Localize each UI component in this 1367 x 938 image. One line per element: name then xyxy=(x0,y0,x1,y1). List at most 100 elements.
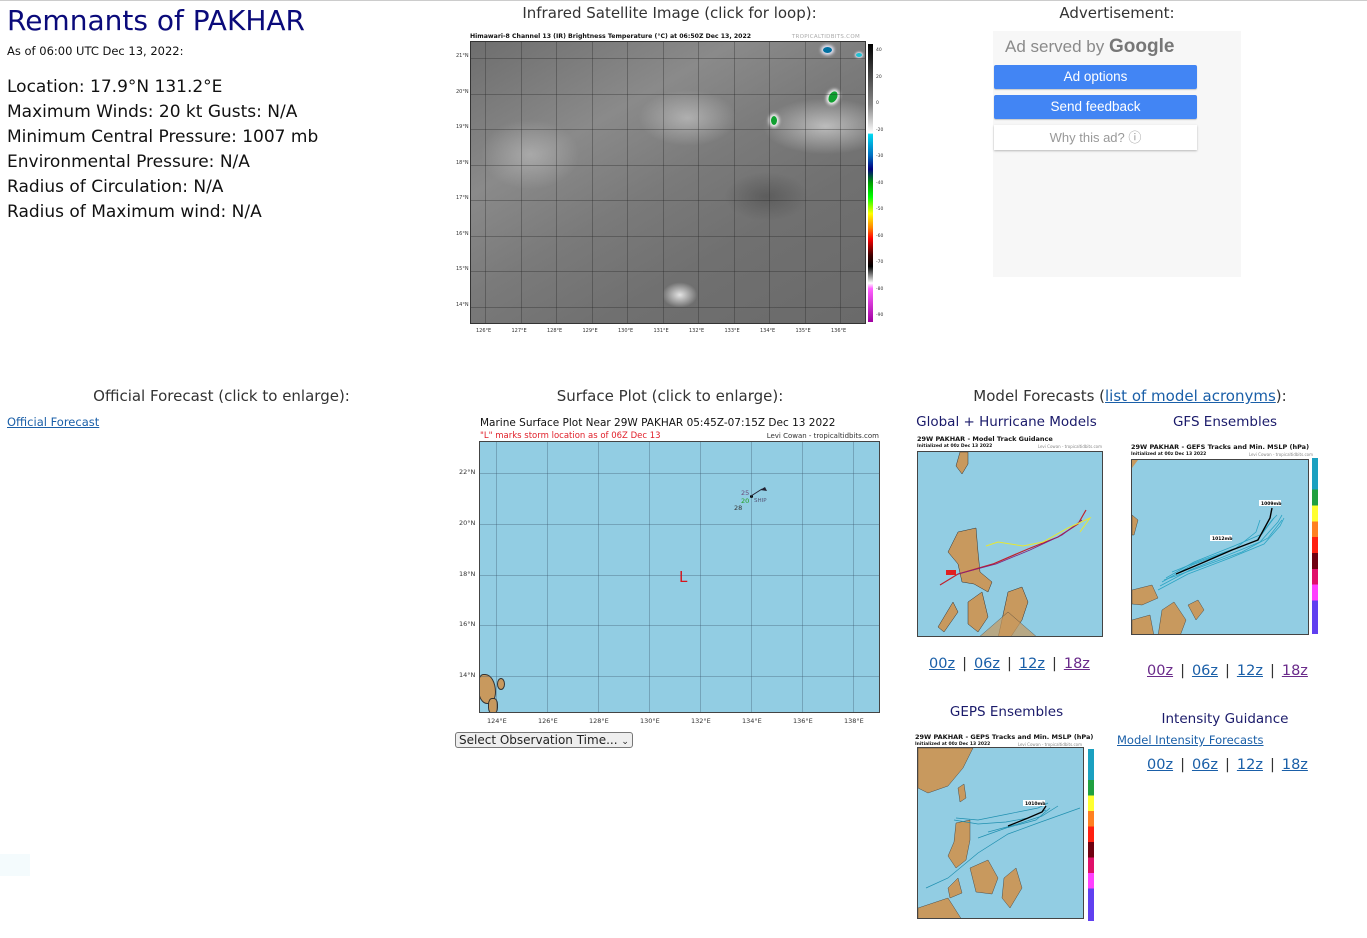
gefs-image[interactable]: 29W PAKHAR - GEFS Tracks and Min. MSLP (… xyxy=(1130,442,1335,642)
satellite-heading: Infrared Satellite Image (click for loop… xyxy=(522,4,817,22)
lon-tick-label: 134°E xyxy=(742,717,762,725)
ad-box: Ad served by Google Ad options Send feed… xyxy=(993,31,1241,277)
grid-line xyxy=(662,42,664,323)
lon-tick-label: 136°E xyxy=(831,328,847,334)
ship-pressure: 28 xyxy=(734,504,743,512)
surface-plot-image[interactable]: Marine Surface Plot Near 29W PAKHAR 05:4… xyxy=(459,414,887,728)
intensity-cycle-00z[interactable]: 00z xyxy=(1147,757,1173,773)
separator: | xyxy=(1180,757,1185,773)
grid-line xyxy=(751,442,752,712)
global-cycle-12z[interactable]: 12z xyxy=(1019,656,1045,672)
storm-stats: Location: 17.9°N 131.2°E Maximum Winds: … xyxy=(7,75,318,225)
lon-tick-label: 135°E xyxy=(795,328,811,334)
official-forecast-heading: Official Forecast (click to enlarge): xyxy=(93,387,350,405)
separator: | xyxy=(962,656,967,672)
gefs-map: 1009mb 1012mb xyxy=(1131,459,1309,635)
separator: | xyxy=(1007,656,1012,672)
intensity-cycle-06z[interactable]: 06z xyxy=(1192,757,1218,773)
geps-image[interactable]: 29W PAKHAR - GEPS Tracks and Min. MSLP (… xyxy=(914,732,1104,932)
global-models-title: 29W PAKHAR - Model Track Guidance xyxy=(917,435,1053,443)
gefs-credit: Levi Cowan - tropicaltidbits.com xyxy=(1248,452,1313,457)
storm-max-winds: Maximum Winds: 20 kt Gusts: N/A xyxy=(7,102,298,122)
global-cycle-06z[interactable]: 06z xyxy=(974,656,1000,672)
grid-line xyxy=(627,42,628,323)
grid-line xyxy=(802,442,803,712)
ad-served-prefix: Ad served by xyxy=(1005,37,1105,56)
intensity-cycle-18z[interactable]: 18z xyxy=(1282,757,1308,773)
official-forecast-link[interactable]: Official Forecast xyxy=(7,415,99,429)
grid-line xyxy=(471,58,865,59)
storm-radius-circulation: Radius of Circulation: N/A xyxy=(7,177,224,197)
surface-plot-subtitle: "L" marks storm location as of 06Z Dec 1… xyxy=(480,431,661,441)
ad-served-by: Ad served by Google xyxy=(1005,36,1174,58)
lon-tick-label: 127°E xyxy=(511,328,527,334)
observation-time-select[interactable]: Select Observation Time... ⌄ xyxy=(455,732,633,748)
lon-tick-label: 130°E xyxy=(618,328,634,334)
model-intensity-link[interactable]: Model Intensity Forecasts xyxy=(1117,733,1264,747)
grid-line xyxy=(547,442,548,712)
send-feedback-button[interactable]: Send feedback xyxy=(994,95,1197,119)
colorbar-tick-label: -40 xyxy=(876,180,884,186)
model-acronyms-link[interactable]: list of model acronyms xyxy=(1105,387,1276,405)
lon-tick-label: 132°E xyxy=(689,328,705,334)
colorbar-tick-label: -50 xyxy=(876,207,884,212)
geps-title: 29W PAKHAR - GEPS Tracks and Min. MSLP (… xyxy=(915,733,1094,741)
global-cycle-00z[interactable]: 00z xyxy=(929,656,955,672)
surface-plot-title: Marine Surface Plot Near 29W PAKHAR 05:4… xyxy=(480,417,836,429)
grid-line xyxy=(496,442,497,712)
global-models-image[interactable]: 29W PAKHAR - Model Track Guidance Initia… xyxy=(916,434,1106,646)
satellite-colorbar xyxy=(868,44,873,322)
convection-blob xyxy=(856,53,862,57)
global-models-map xyxy=(917,451,1103,637)
surface-plot-heading: Surface Plot (click to enlarge): xyxy=(556,387,784,405)
grid-line xyxy=(471,200,865,201)
colorbar-tick-label: -70 xyxy=(876,260,884,265)
satellite-image[interactable]: Himawari-8 Channel 13 (IR) Brightness Te… xyxy=(456,32,884,337)
colorbar-tick-label: -60 xyxy=(876,233,884,239)
lat-tick-label: 14°N xyxy=(456,301,469,308)
grid-line xyxy=(649,442,650,712)
chevron-down-icon: ⌄ xyxy=(621,737,629,747)
intensity-heading: Intensity Guidance xyxy=(1161,711,1289,727)
lat-tick-label: 19°N xyxy=(456,124,469,130)
lat-tick-label: 15°N xyxy=(456,266,469,272)
gefs-cycle-06z[interactable]: 06z xyxy=(1192,663,1218,679)
ad-options-button[interactable]: Ad options xyxy=(994,65,1197,89)
global-cycle-18z[interactable]: 18z xyxy=(1064,656,1090,672)
lat-tick-label: 16°N xyxy=(459,620,476,629)
colorbar-tick-label: 20 xyxy=(876,74,882,80)
lat-tick-label: 20°N xyxy=(459,518,476,527)
grid-line xyxy=(769,42,770,323)
grid-line xyxy=(480,523,879,525)
lon-tick-label: 132°E xyxy=(691,717,711,725)
grid-line xyxy=(480,473,879,474)
grid-line xyxy=(471,271,865,272)
lon-tick-label: 136°E xyxy=(793,717,813,725)
intensity-cycle-12z[interactable]: 12z xyxy=(1237,757,1263,773)
storm-env-pressure: Environmental Pressure: N/A xyxy=(7,152,250,172)
as-of-timestamp: As of 06:00 UTC Dec 13, 2022: xyxy=(7,44,184,58)
lon-tick-label: 138°E xyxy=(844,717,864,725)
grid-line xyxy=(556,42,557,323)
colorbar-tick-label: -30 xyxy=(876,154,884,159)
grid-line xyxy=(480,574,879,576)
storm-title: Remnants of PAKHAR xyxy=(7,4,305,37)
model-forecasts-heading-prefix: Model Forecasts ( xyxy=(973,387,1106,405)
lon-tick-label: 128°E xyxy=(547,328,563,334)
grid-line xyxy=(733,42,735,323)
gefs-cycle-12z[interactable]: 12z xyxy=(1237,663,1263,679)
grid-line xyxy=(520,42,522,323)
global-models-tracks xyxy=(937,452,1092,636)
satellite-map xyxy=(470,41,866,324)
gefs-cycle-18z[interactable]: 18z xyxy=(1282,663,1308,679)
lat-tick-label: 20°N xyxy=(456,88,469,95)
lon-tick-label: 130°E xyxy=(640,717,660,725)
lon-tick-label: 126°E xyxy=(476,328,492,334)
global-cycle-links: 00z | 06z | 12z | 18z xyxy=(929,656,1090,672)
lon-tick-label: 126°E xyxy=(538,717,558,725)
storm-location: Location: 17.9°N 131.2°E xyxy=(7,77,223,97)
gefs-cycle-00z[interactable]: 00z xyxy=(1147,663,1173,679)
separator: | xyxy=(1051,656,1057,672)
satellite-caption: Himawari-8 Channel 13 (IR) Brightness Te… xyxy=(470,33,752,40)
why-this-ad-button[interactable]: Why this ad? ⓘ xyxy=(994,125,1197,150)
